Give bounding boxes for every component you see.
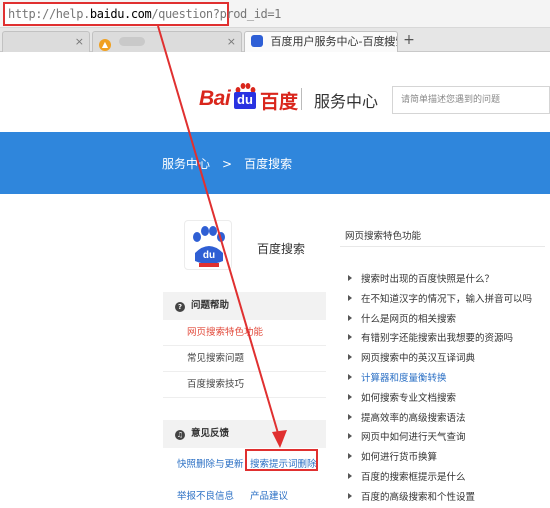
list-item-label: 百度的高级搜索和个性设置: [361, 491, 476, 503]
triangle-bullet-icon: [348, 492, 352, 499]
url-path: /question?prod_id=1: [151, 7, 281, 21]
triangle-bullet-icon: [348, 354, 352, 361]
list-item[interactable]: 百度的搜索框提示是什么: [348, 468, 532, 488]
list-item[interactable]: 计算器和度量衡转换: [348, 369, 532, 389]
feedback-section: ♫ 意见反馈: [163, 420, 326, 448]
url-field[interactable]: http://help.baidu.com/question?prod_id=1: [3, 2, 281, 26]
tab-1[interactable]: ×: [2, 31, 90, 52]
list-item-label: 在不知道汉字的情况下，输入拼音可以吗: [361, 293, 533, 305]
list-item-label: 什么是网页的相关搜索: [361, 313, 457, 325]
baidu-paw-logo-icon: du: [193, 226, 225, 267]
list-item[interactable]: 有错别字还能搜索出我想要的资源吗: [348, 329, 532, 349]
site-favicon-icon: ▲: [99, 39, 111, 51]
breadcrumb-separator: >: [222, 157, 233, 171]
breadcrumb-current: 百度搜索: [244, 157, 293, 171]
list-item[interactable]: 如何进行货币换算: [348, 448, 532, 468]
product-suggestion-link[interactable]: 产品建议: [250, 488, 288, 502]
breadcrumb-home[interactable]: 服务中心: [162, 155, 210, 172]
tab-2[interactable]: ▲ ×: [92, 31, 242, 52]
triangle-bullet-icon: [348, 472, 352, 479]
list-item-label: 搜索时出现的百度快照是什么？: [361, 274, 495, 285]
tab-baidu-help[interactable]: 百度用户服务中心-百度搜索 ×: [244, 31, 398, 53]
list-item-label: 百度的搜索框提示是什么: [361, 471, 466, 483]
list-item[interactable]: 提高效率的高级搜索语法: [348, 409, 532, 429]
triangle-bullet-icon: [348, 453, 352, 460]
url-domain: baidu.com: [89, 7, 152, 21]
sidebar-item-web-search-features[interactable]: 网页搜索特色功能: [163, 320, 326, 346]
triangle-bullet-icon: [348, 314, 352, 321]
headset-icon: ♫: [175, 430, 185, 440]
service-center-title: 服务中心: [314, 92, 379, 111]
product-icon-text: du: [203, 250, 215, 261]
sidebar-item-search-tips[interactable]: 百度搜索技巧: [163, 372, 326, 398]
product-icon: du: [184, 220, 232, 270]
tab-close-icon[interactable]: ×: [383, 32, 392, 51]
sidebar-item-common-questions[interactable]: 常见搜索问题: [163, 346, 326, 372]
list-item[interactable]: 搜索时出现的百度快照是什么？: [348, 270, 532, 290]
list-item[interactable]: 网页中如何进行天气查询: [348, 428, 532, 448]
annotation-highlight-box: [245, 449, 318, 471]
help-section-header: ? 问题帮助: [163, 292, 326, 320]
triangle-bullet-icon: [348, 413, 352, 420]
content-title: 网页搜索特色功能: [345, 231, 422, 242]
breadcrumb: 服务中心 > 百度搜索: [162, 155, 292, 172]
triangle-bullet-icon: [348, 373, 352, 380]
list-item-label: 计算器和度量衡转换: [361, 372, 447, 384]
feedback-section-header: ♫ 意见反馈: [163, 420, 326, 448]
list-item[interactable]: 百度的高级搜索和个性设置: [348, 488, 532, 508]
list-item-label: 如何搜索专业文档搜索: [361, 392, 457, 404]
logo-latin: Bai: [199, 87, 231, 110]
list-item-label: 有错别字还能搜索出我想要的资源吗: [361, 333, 514, 345]
snapshot-delete-link[interactable]: 快照删除与更新: [177, 456, 244, 470]
baidu-paw-icon: [251, 35, 263, 47]
tab-close-icon[interactable]: ×: [75, 32, 84, 51]
faq-list: 搜索时出现的百度快照是什么？ 在不知道汉字的情况下，输入拼音可以吗 什么是网页的…: [348, 270, 532, 508]
content-divider: [340, 246, 545, 247]
tab-strip: × ▲ × 百度用户服务中心-百度搜索 × +: [0, 28, 550, 53]
help-section-title: 问题帮助: [191, 300, 230, 311]
list-item[interactable]: 在不知道汉字的情况下，输入拼音可以吗: [348, 290, 532, 310]
feedback-section-title: 意见反馈: [191, 428, 230, 439]
list-item-label: 提高效率的高级搜索语法: [361, 412, 466, 424]
tab-close-icon[interactable]: ×: [227, 32, 236, 51]
header-divider: [301, 88, 302, 110]
triangle-bullet-icon: [348, 294, 352, 301]
logo-chinese: 百度: [260, 91, 299, 113]
tab-label: 百度用户服务中心-百度搜索: [270, 35, 398, 48]
list-item-label: 网页中如何进行天气查询: [361, 432, 466, 444]
url-prefix: http://help.: [8, 7, 90, 21]
list-item[interactable]: 网页搜索中的英汉互译词典: [348, 349, 532, 369]
list-item-label: 网页搜索中的英汉互译词典: [361, 353, 476, 365]
list-item[interactable]: 如何搜索专业文档搜索: [348, 389, 532, 409]
help-section: ? 问题帮助 网页搜索特色功能 常见搜索问题 百度搜索技巧: [163, 292, 326, 398]
new-tab-button[interactable]: +: [400, 31, 418, 50]
triangle-bullet-icon: [348, 334, 352, 341]
report-bad-info-link[interactable]: 举报不良信息: [177, 488, 234, 502]
triangle-bullet-icon: [348, 433, 352, 440]
address-bar: http://help.baidu.com/question?prod_id=1: [0, 0, 550, 28]
product-name: 百度搜索: [257, 242, 306, 256]
blurred-title: [118, 37, 145, 46]
triangle-bullet-icon: [348, 393, 352, 400]
search-input[interactable]: 请简单描述您遇到的问题: [392, 86, 550, 114]
logo-du: du: [234, 92, 256, 109]
list-item[interactable]: 什么是网页的相关搜索: [348, 310, 532, 330]
triangle-bullet-icon: [348, 275, 352, 281]
list-item-label: 如何进行货币换算: [361, 452, 438, 464]
question-icon: ?: [175, 302, 185, 312]
